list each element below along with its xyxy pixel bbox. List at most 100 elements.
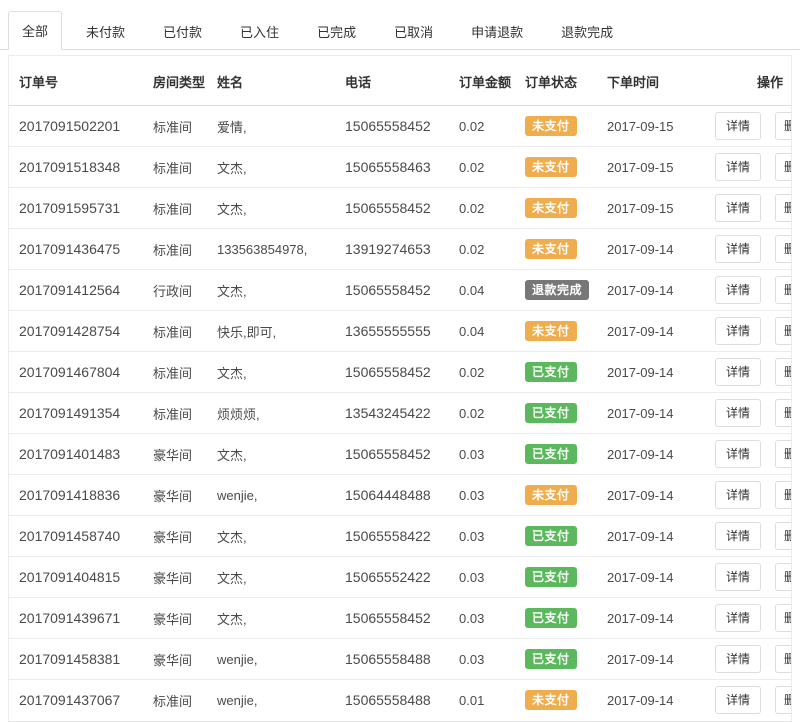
delete-button[interactable]: 删 [775,686,791,714]
table-row: 2017091436475标准间133563854978,13919274653… [9,229,791,270]
delete-button[interactable]: 删 [775,358,791,386]
status-badge: 已支付 [525,608,577,628]
delete-button[interactable]: 删 [775,235,791,263]
room-type-cell: 豪华间 [149,434,213,475]
table-row: 2017091428754标准间快乐,即可,136555555550.04未支付… [9,311,791,352]
detail-button[interactable]: 详情 [715,563,761,591]
detail-button[interactable]: 详情 [715,604,761,632]
actions-cell: 详情删 [711,270,791,311]
table-header-row: 订单号 房间类型 姓名 电话 订单金额 订单状态 下单时间 操作 [9,56,791,106]
table-row: 2017091458740豪华间文杰,150655584220.03已支付201… [9,516,791,557]
name-cell: wenjie, [213,639,341,680]
detail-button[interactable]: 详情 [715,522,761,550]
detail-button[interactable]: 详情 [715,194,761,222]
delete-button[interactable]: 删 [775,481,791,509]
table-row: 2017091518348标准间文杰,150655584630.02未支付201… [9,147,791,188]
room-type-cell: 豪华间 [149,557,213,598]
table-row: 2017091458381豪华间wenjie,150655584880.03已支… [9,639,791,680]
amount-cell: 0.02 [455,106,521,147]
delete-button[interactable]: 删 [775,276,791,304]
phone-cell: 15065558452 [341,188,455,229]
order-no-cell: 2017091439671 [9,598,149,639]
actions-cell: 详情删 [711,188,791,229]
column-header-name: 姓名 [213,56,341,106]
column-header-phone: 电话 [341,56,455,106]
date-cell: 2017-09-14 [603,229,711,270]
delete-button[interactable]: 删 [775,317,791,345]
order-no-cell: 2017091491354 [9,393,149,434]
amount-cell: 0.02 [455,229,521,270]
tab-completed[interactable]: 已完成 [303,12,370,50]
amount-cell: 0.04 [455,311,521,352]
order-no-cell: 2017091458381 [9,639,149,680]
delete-button[interactable]: 删 [775,399,791,427]
status-cell: 未支付 [521,311,603,352]
actions-cell: 详情删 [711,434,791,475]
name-cell: 快乐,即可, [213,311,341,352]
date-cell: 2017-09-15 [603,106,711,147]
column-header-room-type: 房间类型 [149,56,213,106]
phone-cell: 15064448488 [341,475,455,516]
tab-cancelled[interactable]: 已取消 [380,12,447,50]
phone-cell: 15065558452 [341,352,455,393]
actions-cell: 详情删 [711,311,791,352]
detail-button[interactable]: 详情 [715,440,761,468]
name-cell: 133563854978, [213,229,341,270]
delete-button[interactable]: 删 [775,194,791,222]
delete-button[interactable]: 删 [775,440,791,468]
order-no-cell: 2017091428754 [9,311,149,352]
order-no-cell: 2017091458740 [9,516,149,557]
actions-cell: 详情删 [711,229,791,270]
name-cell: 文杰, [213,434,341,475]
date-cell: 2017-09-14 [603,352,711,393]
tab-refund-requested[interactable]: 申请退款 [457,12,537,50]
detail-button[interactable]: 详情 [715,276,761,304]
phone-cell: 13919274653 [341,229,455,270]
detail-button[interactable]: 详情 [715,358,761,386]
detail-button[interactable]: 详情 [715,235,761,263]
delete-button[interactable]: 删 [775,563,791,591]
name-cell: wenjie, [213,475,341,516]
status-cell: 已支付 [521,393,603,434]
room-type-cell: 标准间 [149,229,213,270]
tab-checked-in[interactable]: 已入住 [226,12,293,50]
tab-all[interactable]: 全部 [8,11,62,50]
room-type-cell: 标准间 [149,393,213,434]
status-cell: 已支付 [521,434,603,475]
name-cell: wenjie, [213,680,341,721]
amount-cell: 0.04 [455,270,521,311]
detail-button[interactable]: 详情 [715,153,761,181]
table-row: 2017091404815豪华间文杰,150655524220.03已支付201… [9,557,791,598]
name-cell: 文杰, [213,516,341,557]
delete-button[interactable]: 删 [775,645,791,673]
delete-button[interactable]: 删 [775,604,791,632]
table-row: 2017091467804标准间文杰,150655584520.02已支付201… [9,352,791,393]
detail-button[interactable]: 详情 [715,686,761,714]
status-badge: 未支付 [525,198,577,218]
order-no-cell: 2017091518348 [9,147,149,188]
room-type-cell: 豪华间 [149,598,213,639]
room-type-cell: 标准间 [149,106,213,147]
delete-button[interactable]: 删 [775,112,791,140]
delete-button[interactable]: 删 [775,153,791,181]
status-cell: 已支付 [521,352,603,393]
delete-button[interactable]: 删 [775,522,791,550]
phone-cell: 15065558488 [341,680,455,721]
detail-button[interactable]: 详情 [715,645,761,673]
phone-cell: 15065558488 [341,639,455,680]
phone-cell: 15065558452 [341,106,455,147]
phone-cell: 15065552422 [341,557,455,598]
detail-button[interactable]: 详情 [715,399,761,427]
tab-paid[interactable]: 已付款 [149,12,216,50]
detail-button[interactable]: 详情 [715,317,761,345]
tab-refund-completed[interactable]: 退款完成 [547,12,627,50]
status-badge: 已支付 [525,526,577,546]
amount-cell: 0.02 [455,352,521,393]
detail-button[interactable]: 详情 [715,481,761,509]
detail-button[interactable]: 详情 [715,112,761,140]
tab-unpaid[interactable]: 未付款 [72,12,139,50]
room-type-cell: 标准间 [149,680,213,721]
status-cell: 已支付 [521,557,603,598]
order-no-cell: 2017091595731 [9,188,149,229]
actions-cell: 详情删 [711,680,791,721]
